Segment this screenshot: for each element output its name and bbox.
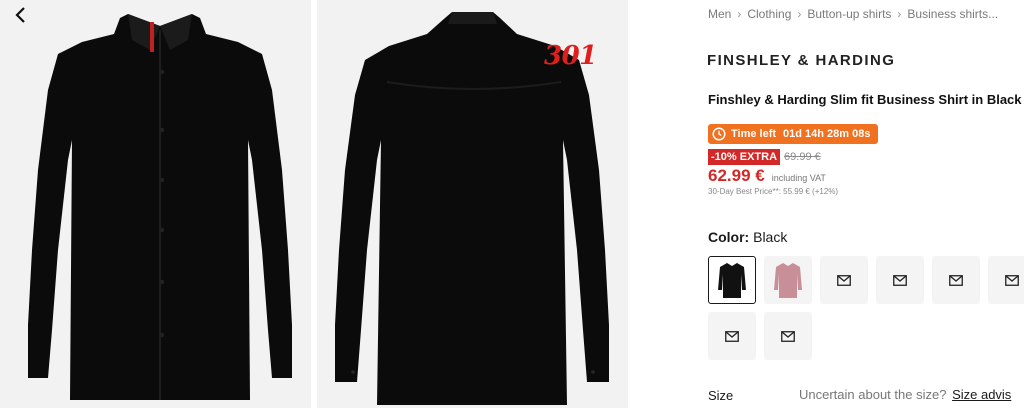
breadcrumb-item-clothing[interactable]: Clothing (747, 7, 791, 21)
color-value: Black (753, 229, 788, 245)
product-image-front[interactable] (0, 0, 311, 408)
chevron-right-icon: › (897, 7, 902, 21)
mail-icon (837, 274, 851, 286)
color-swatch-pink[interactable] (764, 256, 812, 304)
product-title: Finshley & Harding Slim fit Business Shi… (708, 92, 1022, 107)
shirt-thumbnail (718, 263, 746, 298)
timer-value: 01d 14h 28m 08s (783, 128, 871, 140)
size-advisor-link[interactable]: Size advis (952, 387, 1011, 402)
chevron-right-icon: › (797, 7, 802, 21)
size-question: Uncertain about the size? Size advis (799, 387, 1011, 402)
current-price: 62.99 € (708, 166, 765, 185)
size-question-text: Uncertain about the size? (799, 387, 947, 402)
timer-label: Time left (731, 128, 777, 140)
mail-icon (949, 274, 963, 286)
color-swatch-placeholder[interactable] (764, 312, 812, 360)
mail-icon (893, 274, 907, 286)
product-gallery: 301 (0, 0, 628, 408)
color-label-prefix: Color: (708, 229, 750, 245)
color-swatch-placeholder[interactable] (988, 256, 1024, 304)
mail-icon (725, 330, 739, 342)
color-swatch-placeholder[interactable] (708, 312, 756, 360)
mail-icon (1005, 274, 1019, 286)
breadcrumb-item-business-shirts[interactable]: Business shirts... (907, 7, 998, 21)
clock-icon (712, 127, 726, 141)
best-price-note: 30-Day Best Price**: 55.99 € (+12%) (708, 187, 839, 196)
color-swatch-placeholder[interactable] (876, 256, 924, 304)
color-swatch-placeholder[interactable] (932, 256, 980, 304)
price-block: -10% EXTRA 69.99 € 62.99 € including VAT… (708, 149, 838, 196)
chevron-right-icon: › (737, 7, 742, 21)
old-price: 69.99 € (784, 151, 821, 163)
mail-icon (781, 330, 795, 342)
color-label: Color: Black (708, 229, 787, 245)
size-label: Size (708, 388, 734, 403)
brand-name[interactable]: FINSHLEY & HARDING (707, 52, 895, 69)
breadcrumb: Men › Clothing › Button-up shirts › Business s… (708, 7, 998, 21)
shirt-front-image (28, 14, 292, 400)
back-button[interactable] (10, 4, 32, 26)
overlay-badge: 301 (544, 41, 597, 71)
color-swatch-placeholder[interactable] (820, 256, 868, 304)
shirt-thumbnail (774, 263, 802, 298)
countdown-timer: Time left 01d 14h 28m 08s (708, 124, 879, 144)
breadcrumb-item-button-up-shirts[interactable]: Button-up shirts (807, 7, 891, 21)
discount-badge: -10% EXTRA (708, 149, 781, 165)
vat-note: including VAT (771, 173, 826, 183)
chevron-left-icon (15, 7, 25, 23)
color-swatch-black[interactable] (708, 256, 756, 304)
breadcrumb-item-men[interactable]: Men (708, 7, 731, 21)
product-details: Men › Clothing › Button-up shirts › Business s… (700, 0, 1024, 408)
